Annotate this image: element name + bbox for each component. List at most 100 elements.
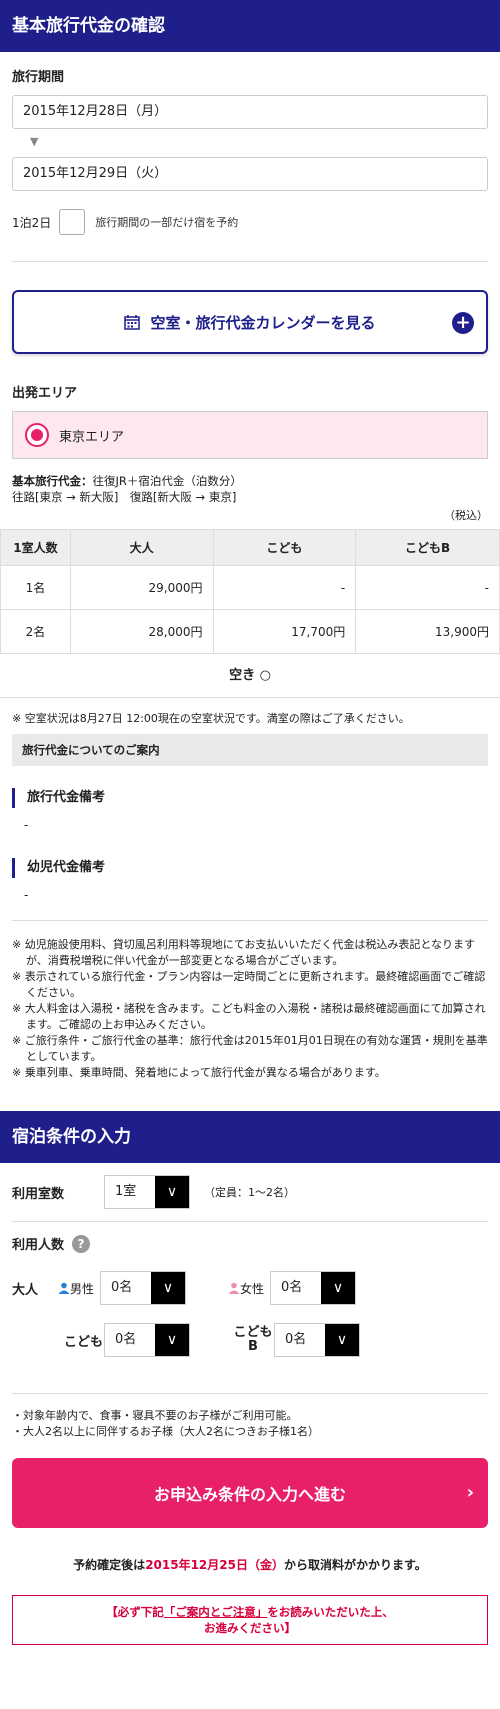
child-row: こども 0名 ∨ こども B 0名 ∨ — [12, 1323, 488, 1357]
table-cell: - — [355, 565, 500, 610]
male-count-select[interactable]: 0名 ∨ — [100, 1271, 186, 1305]
rooms-row: 利用室数 1室 ∨ （定員：1〜2名） — [12, 1175, 488, 1209]
female-count-value: 0名 — [281, 1280, 303, 1295]
note-item: ※ 大人料金は入湯税・諸税を含みます。こども料金の入湯税・諸税は最終確認画面にて… — [12, 1002, 486, 1031]
info-heading: 旅行代金についてのご案内 — [12, 734, 488, 766]
cancel-policy-text: 予約確定後は2015年12月25日（金）から取消料がかかります。 — [0, 1556, 500, 1573]
warning-line2: お進みください】 — [204, 1621, 296, 1635]
adult-label: 大人 — [12, 1282, 39, 1298]
partial-stay-checkbox[interactable] — [59, 209, 86, 235]
people-label: 利用人数 — [12, 1238, 65, 1253]
remark-heading-travel: 旅行代金備考 — [12, 788, 488, 808]
section-title-stay-conditions: 宿泊条件の入力 — [0, 1111, 500, 1163]
warning-box: 【必ず下記「ご案内とご注意」をお読みいただいた上、 お進みください】 — [12, 1595, 488, 1645]
child-b-count-value: 0名 — [285, 1332, 307, 1347]
male-count-value: 0名 — [111, 1280, 133, 1295]
adult-row: 大人 男性 0名 ∨ 女性 0名 ∨ — [12, 1271, 488, 1305]
basic-price-desc: 基本旅行代金：往復JR＋宿泊代金（泊数分） 往路[東京 → 新大阪] 復路[新大… — [12, 473, 488, 505]
price-table: 1室人数 大人 こども こどもB 1名 29,000円 - - 2名 28,00… — [0, 529, 500, 654]
period-label: 旅行期間 — [12, 70, 65, 85]
divider — [12, 1221, 488, 1222]
divider — [12, 1393, 488, 1394]
chevron-down-icon: ∨ — [155, 1324, 189, 1356]
plus-icon: + — [452, 312, 474, 334]
table-cell: 28,000円 — [69, 609, 214, 654]
note-item: ※ 表示されている旅行代金・プラン内容は一定時間ごとに更新されます。最終確認画面… — [12, 970, 486, 999]
table-row: 1名 29,000円 - - — [0, 565, 500, 610]
tax-note: （税込） — [444, 509, 488, 522]
table-cell: 1名 — [0, 565, 71, 610]
partial-stay-label: 旅行期間の一部だけ宿を予約 — [95, 216, 239, 229]
calendar-icon — [124, 315, 141, 330]
section-title-basic-price: 基本旅行代金の確認 — [0, 0, 500, 52]
area-option-tokyo[interactable]: 東京エリア — [12, 411, 488, 459]
male-label: 男性 — [70, 1281, 95, 1296]
remark-value-travel: - — [24, 818, 29, 832]
chevron-down-icon: ∨ — [321, 1272, 355, 1304]
col-header: こども — [212, 529, 357, 566]
female-person-icon — [228, 1282, 240, 1294]
basic-price-label: 基本旅行代金： — [12, 474, 93, 488]
remark-heading-infant: 幼児代金備考 — [12, 858, 488, 878]
col-header: こどもB — [355, 529, 500, 566]
apply-button[interactable]: お申込み条件の入力へ進む › — [12, 1458, 488, 1528]
child-b-label: こども B — [232, 1326, 274, 1354]
child-b-label-text: こども — [233, 1325, 273, 1340]
warning-prefix: 【必ず下記 — [106, 1605, 164, 1619]
cancel-suffix: から取消料がかかります。 — [284, 1558, 427, 1572]
child-label: こども — [64, 1334, 104, 1350]
calendar-button-label: 空室・旅行代金カレンダーを見る — [150, 313, 376, 332]
divider — [12, 261, 488, 262]
notes-list: ※ 幼児施設使用料、貸切風呂利用料等現地にてお支払いいただく代金は税込み表記とな… — [12, 937, 488, 1081]
rooms-select[interactable]: 1室 ∨ — [104, 1175, 190, 1209]
conditions-list: ・対象年齢内で、食事・寝具不要のお子様がご利用可能。 ・大人2名以上に同伴するお… — [12, 1408, 488, 1440]
table-cell: 2名 — [0, 609, 71, 654]
radio-selected-icon[interactable] — [25, 423, 49, 447]
down-triangle-icon: ▼ — [30, 135, 39, 148]
help-icon[interactable]: ? — [72, 1234, 91, 1253]
apply-button-label: お申込み条件の入力へ進む — [153, 1485, 346, 1504]
table-row: 2名 28,000円 17,700円 13,900円 — [0, 609, 500, 654]
table-header-row: 1室人数 大人 こども こどもB — [0, 529, 500, 566]
chevron-down-icon: ∨ — [151, 1272, 185, 1304]
area-label: 出発エリア — [12, 386, 78, 401]
capacity-text: （定員：1〜2名） — [204, 1186, 295, 1199]
rooms-select-value: 1室 — [115, 1184, 137, 1199]
note-item: ※ 幼児施設使用料、貸切風呂利用料等現地にてお支払いいただく代金は税込み表記とな… — [12, 938, 476, 967]
child-count-select[interactable]: 0名 ∨ — [104, 1323, 190, 1357]
table-cell: 17,700円 — [212, 609, 357, 654]
cancel-prefix: 予約確定後は — [73, 1558, 146, 1572]
chevron-down-icon: ∨ — [155, 1176, 189, 1208]
vacancy-note: ※ 空室状況は8月27日 12:00現在の空室状況です。満室の際はご了承ください… — [12, 712, 410, 725]
note-item: ※ 乗車列車、乗車時間、発着地によって旅行代金が異なる場合があります。 — [12, 1066, 386, 1079]
male-person-icon — [58, 1282, 70, 1294]
nights-row: 1泊2日 旅行期間の一部だけ宿を予約 — [12, 209, 488, 235]
route-text: 往路[東京 → 新大阪] 復路[新大阪 → 東京] — [12, 490, 237, 504]
start-date-field[interactable]: 2015年12月28日（月） — [12, 95, 488, 129]
remark-value-infant: - — [24, 888, 29, 902]
table-cell: 29,000円 — [69, 565, 214, 610]
area-value: 東京エリア — [59, 429, 125, 445]
nights-text: 1泊2日 — [12, 215, 52, 230]
table-cell: - — [212, 565, 357, 610]
people-label-row: 利用人数 ? — [12, 1234, 488, 1253]
female-label: 女性 — [240, 1281, 265, 1296]
condition-item: ・大人2名以上に同伴するお子様（大人2名につきお子様1名） — [12, 1425, 319, 1438]
cancel-date: 2015年12月25日（金） — [145, 1558, 284, 1572]
child-count-value: 0名 — [115, 1332, 137, 1347]
col-header: 1室人数 — [0, 529, 71, 566]
notice-link[interactable]: 「ご案内とご注意」 — [164, 1605, 268, 1619]
chevron-down-icon: ∨ — [325, 1324, 359, 1356]
condition-item: ・対象年齢内で、食事・寝具不要のお子様がご利用可能。 — [12, 1409, 298, 1422]
basic-price-text: 往復JR＋宿泊代金（泊数分） — [92, 474, 242, 488]
table-cell: 13,900円 — [355, 609, 500, 654]
female-count-select[interactable]: 0名 ∨ — [270, 1271, 356, 1305]
child-b-count-select[interactable]: 0名 ∨ — [274, 1323, 360, 1357]
chevron-right-icon: › — [466, 1482, 474, 1503]
availability-status: 空き ○ — [0, 654, 500, 698]
calendar-button[interactable]: 空室・旅行代金カレンダーを見る + — [12, 290, 488, 354]
end-date-field[interactable]: 2015年12月29日（火） — [12, 157, 488, 191]
warning-suffix: をお読みいただいた上、 — [267, 1605, 394, 1619]
divider — [12, 920, 488, 921]
note-item: ※ ご旅行条件・ご旅行代金の基準：旅行代金は2015年01月01日現在の有効な運… — [12, 1034, 488, 1063]
